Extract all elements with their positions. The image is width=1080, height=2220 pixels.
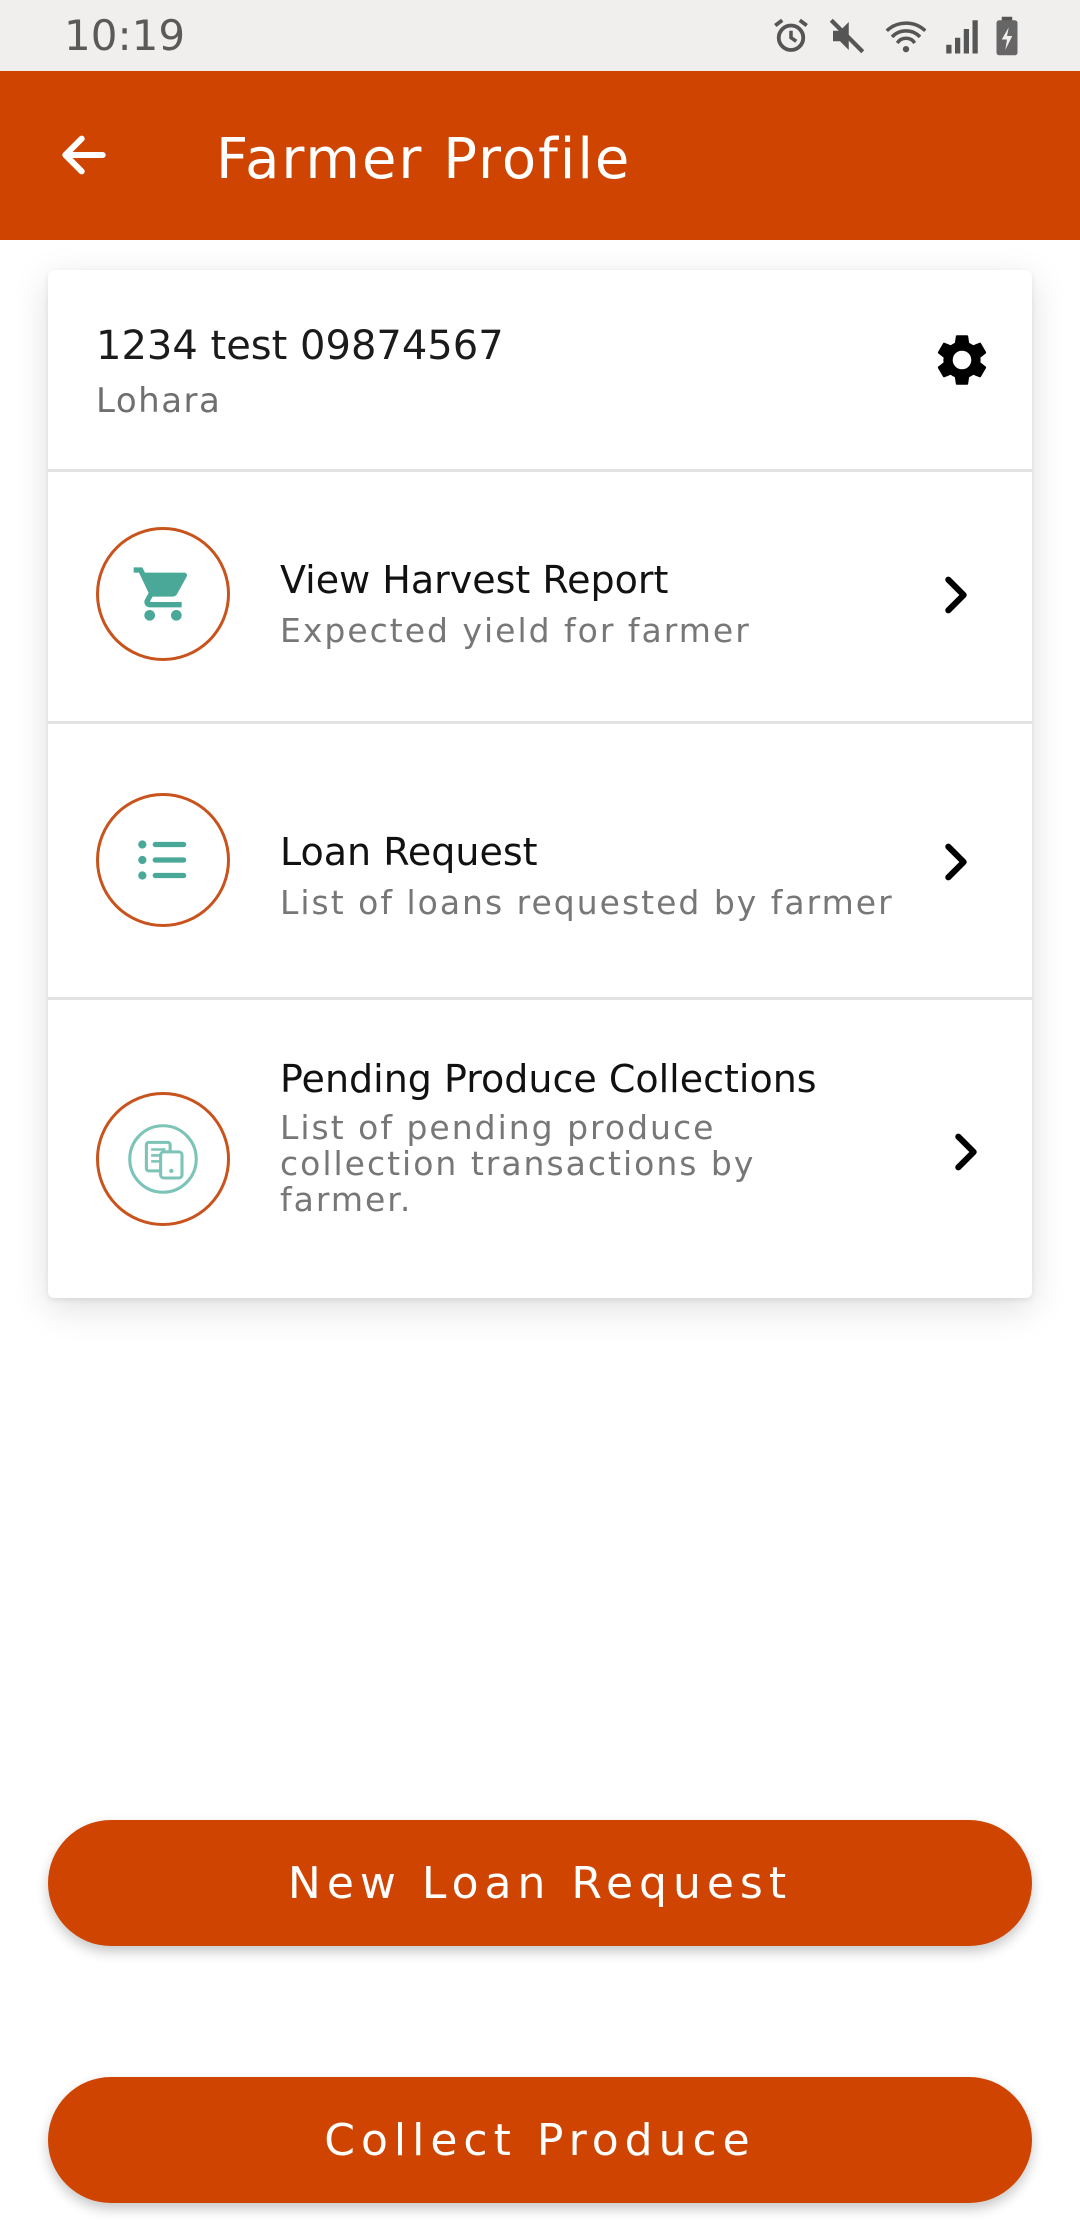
arrow-left-icon	[62, 135, 106, 175]
status-bar: 10:19	[0, 0, 1080, 71]
status-icons	[770, 14, 1020, 58]
chevron-right-icon	[936, 838, 976, 886]
receipt-icon	[128, 1124, 198, 1194]
chevron-right-icon	[936, 571, 976, 619]
farmer-profile-card: 1234 test 09874567 Lohara View Harvest R…	[48, 270, 1032, 1298]
row-title: Pending Produce Collections	[280, 1057, 817, 1101]
row-subtitle: Expected yield for farmer	[280, 611, 751, 650]
battery-icon	[994, 15, 1020, 57]
collections-icon-circle	[96, 1092, 230, 1226]
row-subtitle: List of loans requested by farmer	[280, 883, 894, 922]
app-bar: Farmer Profile	[0, 71, 1080, 240]
gear-icon	[937, 335, 987, 385]
page-title: Farmer Profile	[216, 127, 632, 192]
chevron-right-icon	[946, 1128, 986, 1176]
new-loan-request-button[interactable]: New Loan Request	[48, 1820, 1032, 1946]
back-button[interactable]	[52, 123, 116, 187]
harvest-icon-circle	[96, 527, 230, 661]
farmer-location: Lohara	[96, 381, 222, 421]
loan-icon-circle	[96, 793, 230, 927]
row-title: View Harvest Report	[280, 558, 669, 602]
view-harvest-report-item[interactable]: View Harvest Report Expected yield for f…	[48, 473, 1032, 724]
settings-button[interactable]	[930, 328, 994, 392]
row-title: Loan Request	[280, 830, 538, 874]
list-icon	[138, 840, 187, 880]
pending-produce-collections-item[interactable]: Pending Produce Collections List of pend…	[48, 1000, 1032, 1298]
farmer-name: 1234 test 09874567	[96, 323, 504, 369]
row-subtitle: List of pending produce collection trans…	[280, 1108, 756, 1219]
alarm-icon	[770, 15, 812, 57]
cart-icon	[133, 567, 188, 621]
wifi-icon	[882, 15, 930, 57]
farmer-header: 1234 test 09874567 Lohara	[48, 270, 1032, 472]
collect-produce-button[interactable]: Collect Produce	[48, 2077, 1032, 2203]
loan-request-item[interactable]: Loan Request List of loans requested by …	[48, 724, 1032, 1000]
status-time: 10:19	[64, 11, 186, 60]
signal-icon	[944, 15, 980, 57]
mute-icon	[826, 15, 868, 57]
